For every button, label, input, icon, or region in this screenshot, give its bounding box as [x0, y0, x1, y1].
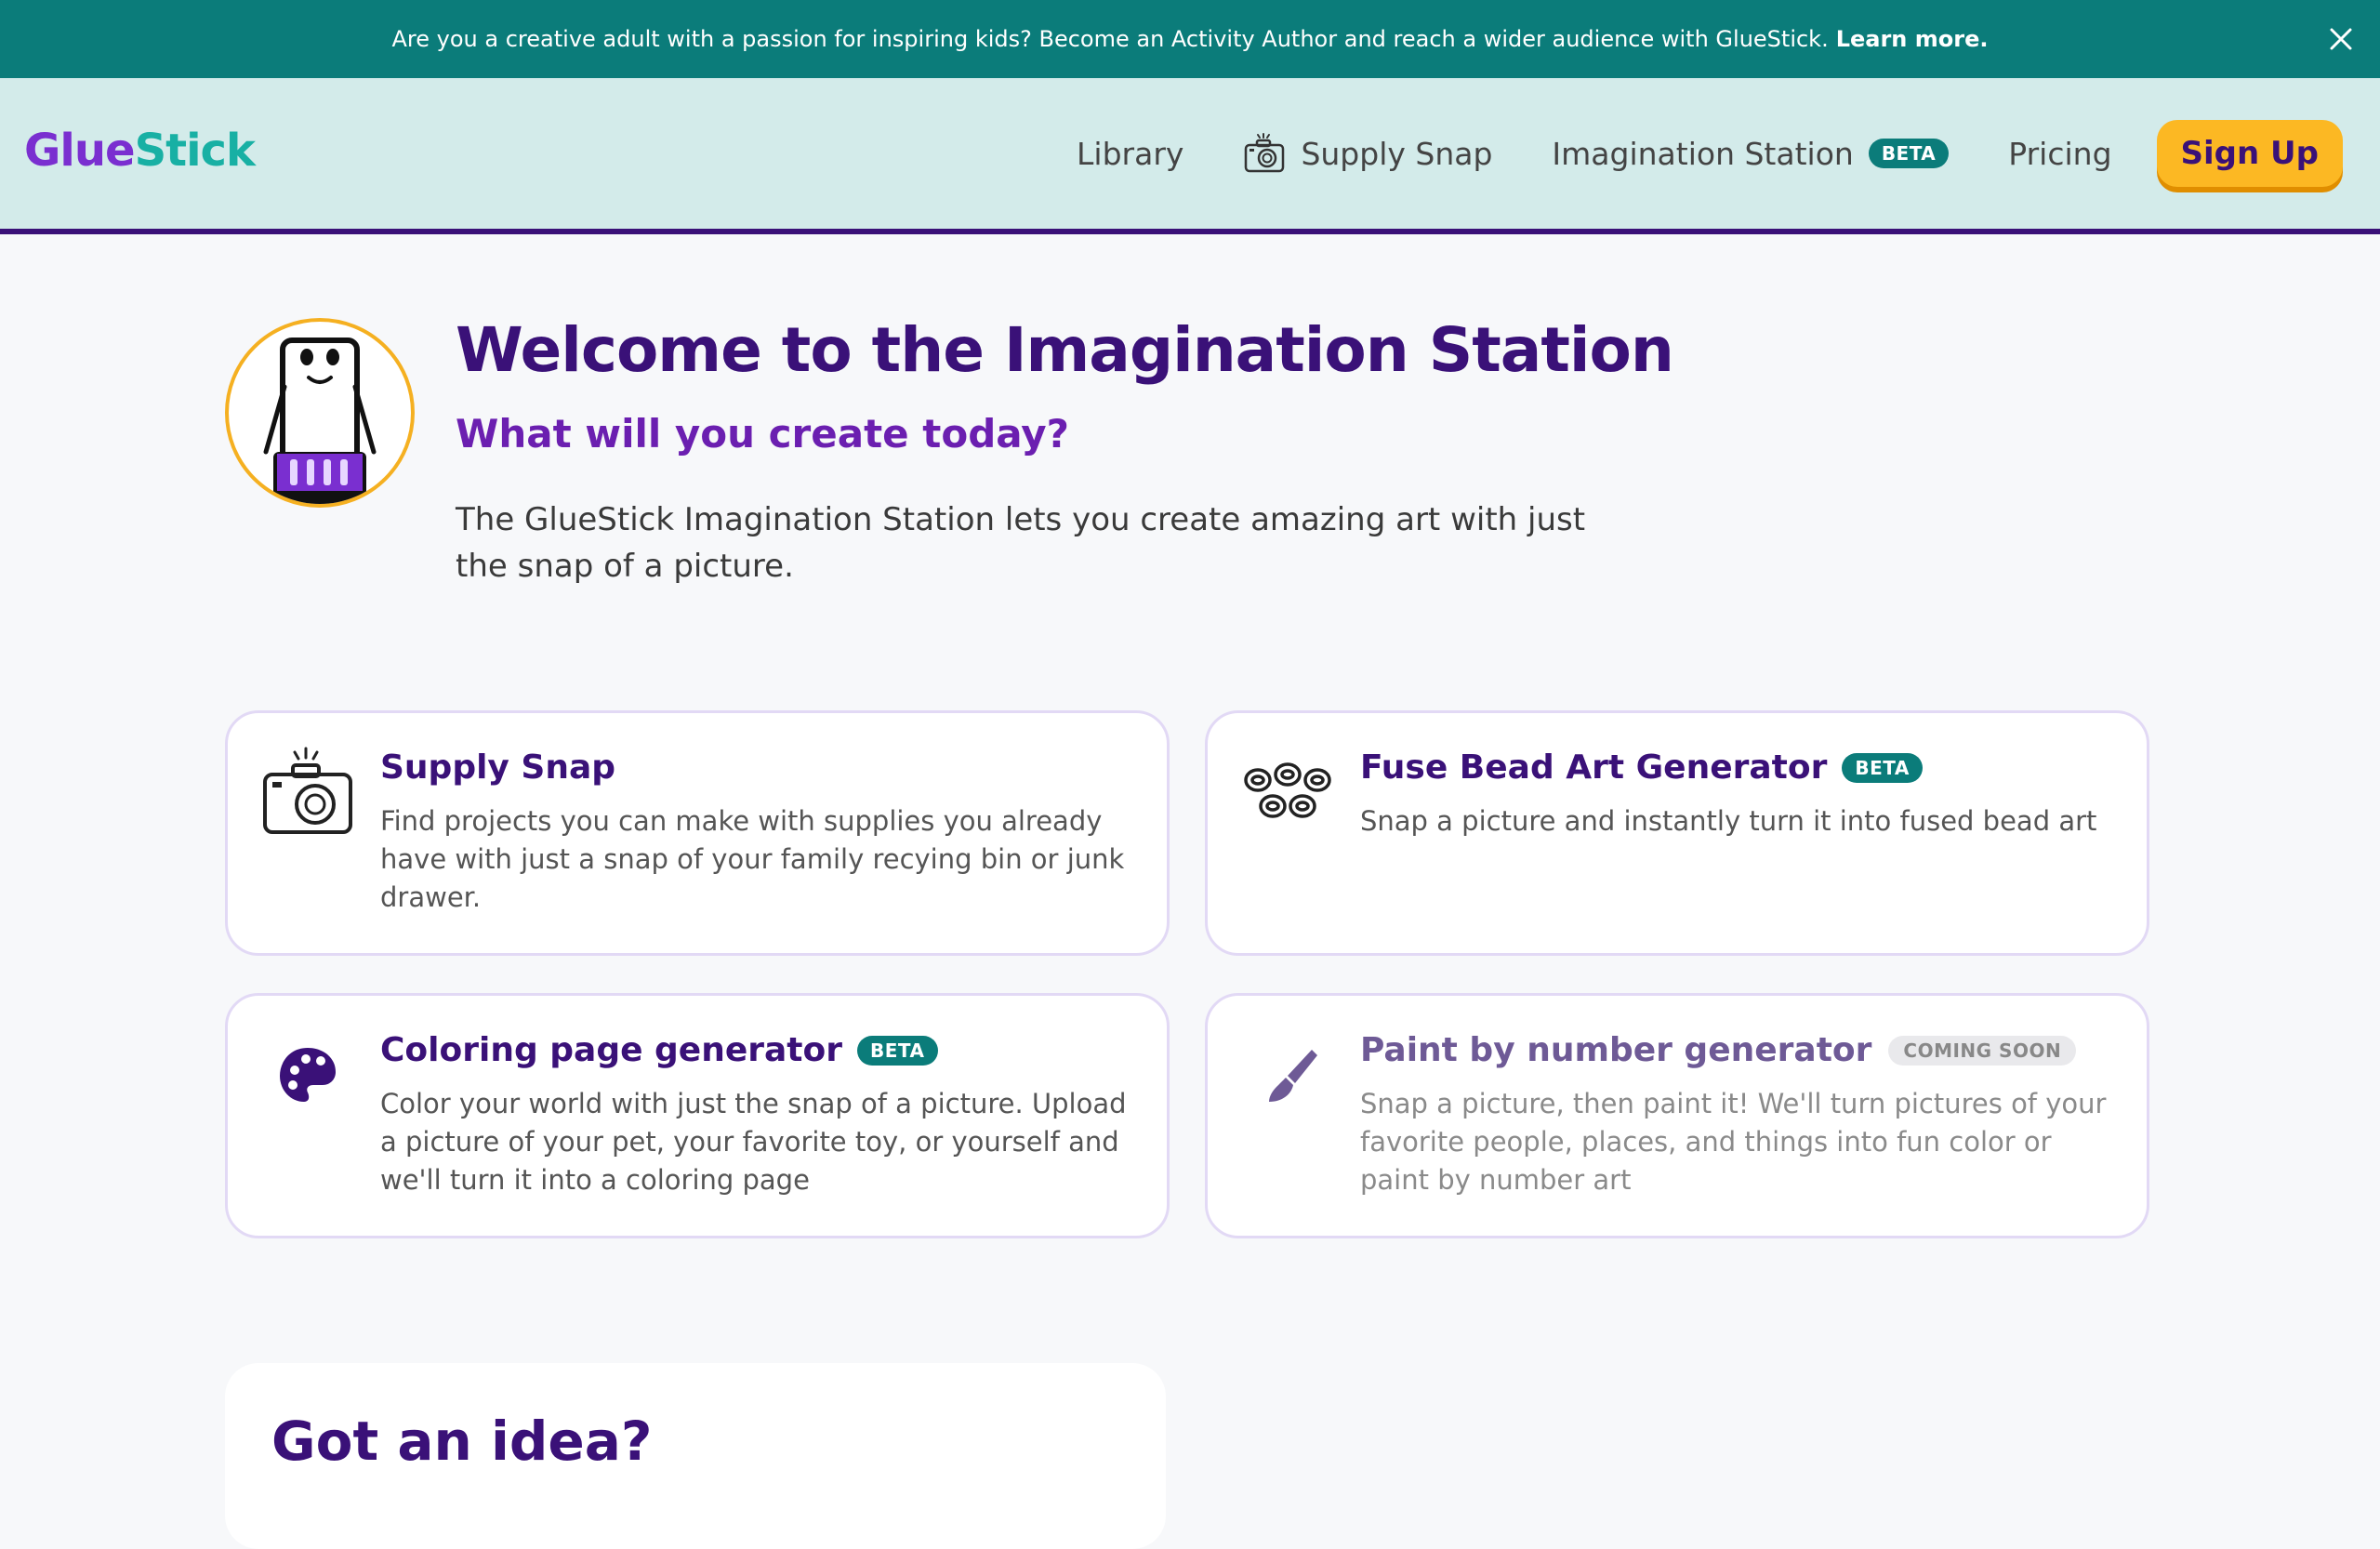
card-title-text: Supply Snap [380, 748, 616, 787]
nav-imagination-station-label: Imagination Station [1552, 135, 1854, 172]
card-description: Snap a picture, then paint it! We'll tur… [1360, 1088, 2107, 1196]
paint-by-number-card: Paint by number generator COMING SOON Sn… [1205, 993, 2149, 1238]
logo-stick: Stick [134, 125, 256, 177]
beta-badge: BETA [1868, 139, 1950, 168]
main-nav: Library Supply Snap Imagination Station … [1077, 78, 2380, 229]
nav-library[interactable]: Library [1077, 136, 1183, 172]
card-title: Coloring page generator BETA [380, 1031, 938, 1069]
beta-badge: BETA [1842, 752, 1923, 783]
brush-icon [1241, 1029, 1334, 1122]
sign-up-button[interactable]: Sign Up [2156, 120, 2343, 187]
learn-more-link[interactable]: Learn more. [1836, 26, 1989, 52]
nav-supply-snap-label: Supply Snap [1301, 135, 1493, 172]
card-title: Fuse Bead Art Generator BETA [1360, 748, 1923, 787]
announcement-banner: Are you a creative adult with a passion … [0, 0, 2380, 78]
banner-close-button[interactable] [2320, 19, 2361, 60]
card-title-text: Fuse Bead Art Generator [1360, 748, 1828, 787]
card-description: Find projects you can make with supplies… [380, 805, 1125, 913]
camera-icon [1243, 132, 1286, 175]
page-description: The GlueStick Imagination Station lets y… [456, 501, 1586, 585]
site-header: GlueStick Library Supply Snap Imaginatio… [0, 78, 2380, 234]
supply-snap-card[interactable]: Supply Snap Find projects you can make w… [225, 710, 1170, 956]
card-title-text: Coloring page generator [380, 1031, 843, 1069]
card-description: Color your world with just the snap of a… [380, 1088, 1127, 1196]
nav-pricing[interactable]: Pricing [2008, 136, 2111, 172]
gluestick-logo[interactable]: GlueStick [24, 125, 256, 177]
camera-icon [261, 747, 354, 840]
idea-card: Got an idea? [225, 1363, 1166, 1549]
close-icon [2330, 28, 2352, 50]
nav-library-label: Library [1077, 135, 1184, 172]
coloring-page-card[interactable]: Coloring page generator BETA Color your … [225, 993, 1170, 1238]
card-title-text: Paint by number generator [1360, 1031, 1872, 1069]
card-title: Supply Snap [380, 748, 615, 787]
nav-supply-snap[interactable]: Supply Snap [1243, 132, 1492, 175]
nav-pricing-label: Pricing [2008, 135, 2112, 172]
card-title: Paint by number generator COMING SOON [1360, 1031, 2077, 1069]
palette-icon [261, 1029, 354, 1122]
coming-soon-badge: COMING SOON [1888, 1035, 2077, 1066]
fuse-bead-card[interactable]: Fuse Bead Art Generator BETA Snap a pict… [1205, 710, 2149, 956]
card-description: Snap a picture and instantly turn it int… [1360, 805, 2097, 837]
page-subtitle: What will you create today? [456, 411, 1070, 457]
logo-glue: Glue [24, 125, 136, 177]
beads-icon [1241, 747, 1334, 840]
page-title: Welcome to the Imagination Station [456, 314, 1674, 386]
banner-text: Are you a creative adult with a passion … [391, 26, 1829, 52]
nav-imagination-station[interactable]: Imagination Station BETA [1552, 135, 1950, 172]
idea-title: Got an idea? [271, 1410, 653, 1473]
beta-badge: BETA [857, 1035, 938, 1066]
gluestick-mascot-icon [225, 318, 415, 508]
